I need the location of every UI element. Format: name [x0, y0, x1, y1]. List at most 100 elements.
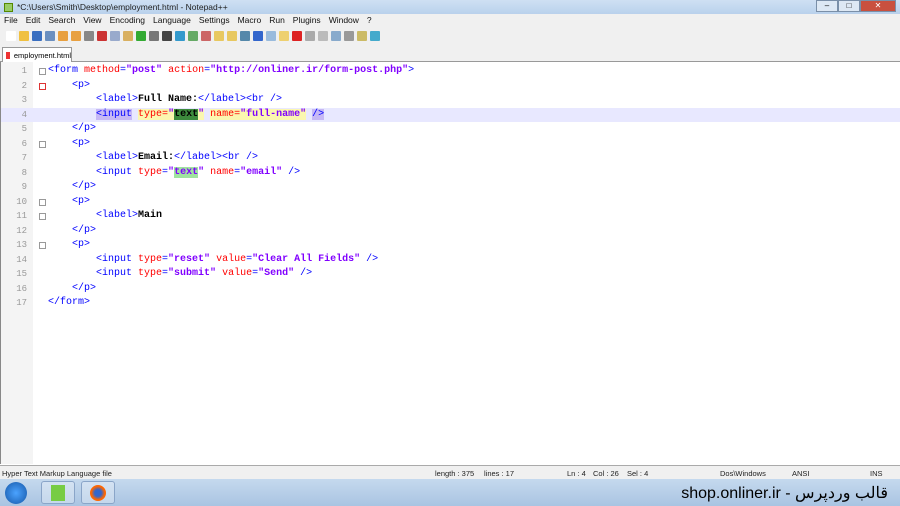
menu-edit[interactable]: Edit [26, 14, 41, 27]
cursor-line: Ln : 4 [567, 469, 586, 478]
code-text: <label>Email:</label><br /> [48, 151, 258, 166]
close-icon[interactable] [58, 30, 68, 41]
code-token: /> [312, 108, 325, 120]
code-token: Email: [138, 152, 175, 163]
code-line[interactable]: 2 <p> [1, 79, 900, 94]
code-line[interactable]: 15 <input type="submit" value="Send" /> [1, 267, 900, 282]
save-all-icon[interactable] [45, 30, 55, 41]
maximize-button[interactable]: □ [838, 0, 860, 12]
menu-view[interactable]: View [83, 14, 101, 27]
line-number: 4 [21, 109, 27, 120]
code-token: /> [360, 253, 379, 265]
zoom-in-icon[interactable] [188, 30, 198, 41]
close-all-icon[interactable] [71, 30, 81, 41]
stop-macro-icon[interactable] [305, 30, 315, 41]
code-token: </p> [48, 181, 97, 192]
code-text: <input type="reset" value="Clear All Fie… [48, 253, 378, 268]
fold-toggle-icon[interactable] [39, 213, 46, 220]
doc-switcher-icon[interactable] [357, 30, 367, 41]
replace-icon[interactable] [175, 30, 185, 41]
code-line[interactable]: 6 <p> [1, 137, 900, 152]
line-number: 5 [21, 124, 27, 134]
code-line[interactable]: 7 <label>Email:</label><br /> [1, 151, 900, 166]
line-number: 13 [16, 240, 27, 250]
code-line[interactable]: 14 <input type="reset" value="Clear All … [1, 253, 900, 268]
menu-language[interactable]: Language [153, 14, 191, 27]
line-count: lines : 17 [484, 469, 515, 478]
spell-check-icon[interactable] [370, 30, 380, 41]
minimize-button[interactable]: – [816, 0, 838, 12]
close-button[interactable]: ✕ [860, 0, 896, 12]
code-line[interactable]: 16 </p> [1, 282, 900, 297]
code-text: </p> [48, 282, 96, 297]
sync-v-icon[interactable] [214, 30, 224, 41]
code-token: "full-name" [240, 108, 307, 120]
code-line[interactable]: 10 <p> [1, 195, 900, 210]
indent-guide-icon[interactable] [266, 30, 276, 41]
menu-window[interactable]: Window [329, 14, 359, 27]
code-line[interactable]: 12 </p> [1, 224, 900, 239]
cut-icon[interactable] [97, 30, 107, 41]
code-editor[interactable]: 1 <form method="post" action="http://onli… [0, 62, 900, 464]
notepad-taskbar-icon[interactable] [41, 481, 75, 504]
menu-settings[interactable]: Settings [199, 14, 230, 27]
run-macro-multiple-icon[interactable] [331, 30, 341, 41]
code-text: </p> [48, 224, 96, 239]
cursor-col: Col : 26 [593, 469, 619, 478]
paste-icon[interactable] [123, 30, 133, 41]
zoom-out-icon[interactable] [201, 30, 211, 41]
code-text: <p> [48, 195, 90, 210]
doc-map-icon[interactable] [279, 30, 289, 41]
word-wrap-icon[interactable] [240, 30, 250, 41]
code-token: <p> [48, 195, 91, 207]
code-token: > [408, 65, 415, 76]
tab-employment-html[interactable]: employment.html [2, 47, 72, 62]
line-number: 10 [16, 196, 27, 207]
code-text: <p> [48, 137, 90, 152]
taskbar: shop.onliner.ir - قالب وردپرس [0, 479, 900, 506]
code-token: <input [48, 268, 139, 279]
find-icon[interactable] [162, 30, 172, 41]
code-line[interactable]: 4 <input type="text" name="full-name" /> [1, 107, 900, 122]
code-line[interactable]: 17 </form> [1, 296, 900, 311]
code-line[interactable]: 11 <label>Main [1, 209, 900, 224]
undo-icon[interactable] [136, 30, 146, 41]
new-icon[interactable] [6, 30, 16, 41]
redo-icon[interactable] [149, 30, 159, 41]
firefox-taskbar-icon[interactable] [81, 481, 115, 504]
menu-help[interactable]: ? [367, 14, 372, 27]
menu-macro[interactable]: Macro [238, 14, 262, 27]
code-line[interactable]: 3 <label>Full Name:</label><br /> [1, 93, 900, 108]
copy-icon[interactable] [110, 30, 120, 41]
fold-toggle-icon[interactable] [39, 242, 46, 249]
fold-toggle-icon[interactable] [39, 198, 46, 206]
code-line[interactable]: 5 </p> [1, 122, 900, 137]
code-line[interactable]: 13 <p> [1, 238, 900, 253]
code-line[interactable]: 9 </p> [1, 180, 900, 195]
code-line[interactable]: 1 <form method="post" action="http://onli… [1, 64, 900, 79]
record-macro-icon[interactable] [292, 30, 302, 41]
code-token: <p> [48, 137, 91, 149]
insert-mode[interactable]: INS [870, 469, 883, 478]
show-all-icon[interactable] [253, 30, 263, 41]
menu-encoding[interactable]: Encoding [110, 14, 145, 27]
code-line[interactable]: 8 <input type="text" name="email" /> [1, 166, 900, 181]
save-icon[interactable] [32, 30, 42, 41]
play-macro-icon[interactable] [318, 30, 328, 41]
print-icon[interactable] [84, 30, 94, 41]
menu-run[interactable]: Run [269, 14, 285, 27]
code-token: "Send" [258, 268, 295, 279]
menu-plugins[interactable]: Plugins [293, 14, 321, 27]
line-number: 15 [16, 269, 27, 279]
start-button[interactable] [5, 482, 27, 504]
save-macro-icon[interactable] [344, 30, 354, 41]
code-token: text [174, 108, 199, 120]
code-token: method [84, 65, 121, 76]
sync-h-icon[interactable] [227, 30, 237, 41]
menu-file[interactable]: File [4, 14, 18, 27]
fold-toggle-icon[interactable] [39, 68, 46, 75]
open-icon[interactable] [19, 30, 29, 41]
fold-toggle-icon[interactable] [39, 82, 46, 90]
fold-toggle-icon[interactable] [39, 140, 46, 148]
menu-search[interactable]: Search [48, 14, 75, 27]
